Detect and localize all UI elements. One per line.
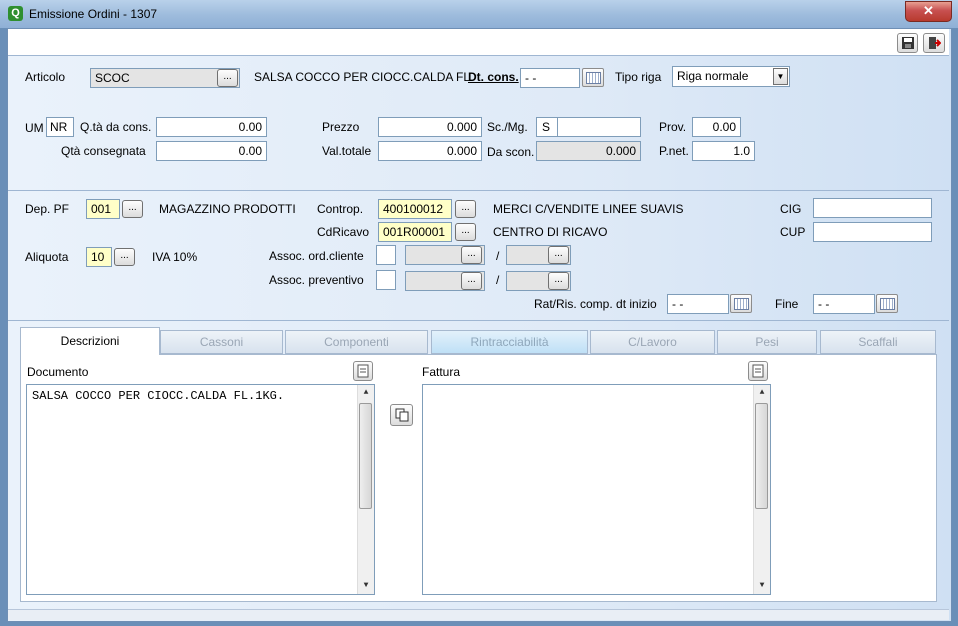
dtcons-label[interactable]: Dt. cons. [468,70,519,84]
save-icon[interactable] [897,33,918,53]
assoc-ord-checkbox[interactable] [376,245,396,265]
chevron-down-icon[interactable]: ▼ [773,68,788,85]
articolo-description: SALSA COCCO PER CIOCC.CALDA FL [254,70,471,84]
app-icon: Q [8,6,23,21]
um-label: UM [25,121,44,135]
scroll-thumb[interactable] [359,403,372,509]
cig-label: CIG [780,202,802,216]
prezzo-label: Prezzo [322,120,360,134]
fattura-notes-icon[interactable] [748,361,768,381]
articolo-label: Articolo [25,70,66,84]
valtot-field[interactable]: 0.000 [378,141,482,161]
aliquota-description: IVA 10% [152,250,198,264]
assoc-prev-slash: / [496,273,500,287]
tab-clavoro[interactable]: C/Lavoro [590,330,715,354]
tiporiga-label: Tipo riga [615,70,662,84]
documento-scrollbar[interactable]: ▲ ▼ [357,385,374,594]
scroll-up-icon[interactable]: ▲ [754,385,770,401]
status-bar [8,609,949,620]
documento-text: SALSA COCCO PER CIOCC.CALDA FL.1KG. [32,389,285,403]
deppf-description: MAGAZZINO PRODOTTI [159,202,296,216]
toolbar [8,29,949,56]
cig-field[interactable] [813,198,932,218]
deppf-lookup-button[interactable]: ... [122,200,143,218]
um-field[interactable]: NR [46,117,74,137]
close-button[interactable]: ✕ [905,1,952,22]
fine-label: Fine [775,297,799,311]
controp-field[interactable]: 400100012 [378,199,452,219]
documento-notes-icon[interactable] [353,361,373,381]
deppf-field[interactable]: 001 [86,199,120,219]
tab-descrizioni[interactable]: Descrizioni [20,327,160,355]
aliquota-lookup-button[interactable]: ... [114,248,135,266]
aliquota-field[interactable]: 10 [86,247,112,267]
window-title: Emissione Ordini - 1307 [29,7,158,21]
cdricavo-description: CENTRO DI RICAVO [493,225,608,239]
tab-rintracciabilita[interactable]: Rintracciabilità [431,330,588,354]
controp-lookup-button[interactable]: ... [455,200,476,218]
fattura-textarea[interactable]: ▲ ▼ [422,384,771,595]
assoc-ord-lookup-button[interactable]: ... [461,246,482,264]
documento-textarea[interactable]: SALSA COCCO PER CIOCC.CALDA FL.1KG. ▲ ▼ [26,384,375,595]
scmg-field[interactable]: S [536,117,558,137]
cup-field[interactable] [813,222,932,242]
scmg-label: Sc./Mg. [487,120,528,134]
fine-field[interactable]: - - [813,294,875,314]
qta-da-cons-label: Q.tà da cons. [80,120,152,134]
tab-componenti[interactable]: Componenti [285,330,428,354]
tab-scaffali[interactable]: Scaffali [820,330,936,354]
copy-icon[interactable] [390,404,413,426]
section-divider [8,190,949,191]
prov-label: Prov. [659,120,687,134]
cup-label: CUP [780,225,806,239]
tab-cassoni[interactable]: Cassoni [160,330,283,354]
ratris-field[interactable]: - - [667,294,729,314]
pnet-label: P.net. [659,144,689,158]
ratris-calendar-icon[interactable] [730,294,752,313]
cdricavo-label: CdRicavo [317,225,370,239]
qta-consegnata-field[interactable]: 0.00 [156,141,267,161]
tabs-divider [8,320,949,321]
cdricavo-lookup-button[interactable]: ... [455,223,476,241]
dtcons-field[interactable]: - - [520,68,580,88]
dtcons-calendar-icon[interactable] [582,68,604,87]
assoc-prev-lookup-button[interactable]: ... [461,272,482,290]
assoc-ord-lookup-button-2[interactable]: ... [548,246,569,264]
assoc-ord-label: Assoc. ord.cliente [269,249,364,263]
fine-calendar-icon[interactable] [876,294,898,313]
qta-da-cons-field[interactable]: 0.00 [156,117,267,137]
prezzo-field[interactable]: 0.000 [378,117,482,137]
scmg-field-2[interactable] [557,117,641,137]
documento-label: Documento [27,365,89,379]
pnet-field[interactable]: 1.0 [692,141,755,161]
tab-pesi[interactable]: Pesi [717,330,817,354]
deppf-label: Dep. PF [25,202,70,216]
aliquota-label: Aliquota [25,250,69,264]
assoc-prev-checkbox[interactable] [376,270,396,290]
articolo-lookup-button[interactable]: ... [217,69,238,87]
valtot-label: Val.totale [322,144,372,158]
scroll-down-icon[interactable]: ▼ [754,578,770,594]
qta-consegnata-label: Qtà consegnata [61,144,146,158]
controp-description: MERCI C/VENDITE LINEE SUAVIS [493,202,684,216]
ratris-label: Rat/Ris. comp. dt inizio [534,297,657,311]
controp-label: Controp. [317,202,364,216]
prov-field[interactable]: 0.00 [692,117,741,137]
fattura-scrollbar[interactable]: ▲ ▼ [753,385,770,594]
dascon-label: Da scon. [487,145,535,159]
tiporiga-value: Riga normale [677,69,749,83]
cdricavo-field[interactable]: 001R00001 [378,222,452,242]
scroll-thumb[interactable] [755,403,768,509]
scroll-up-icon[interactable]: ▲ [358,385,374,401]
scroll-down-icon[interactable]: ▼ [358,578,374,594]
assoc-prev-label: Assoc. preventivo [269,273,364,287]
exit-icon[interactable] [923,33,945,53]
dascon-field: 0.000 [536,141,641,161]
assoc-prev-lookup-button-2[interactable]: ... [548,272,569,290]
assoc-ord-slash: / [496,249,500,263]
fattura-label: Fattura [422,365,461,379]
